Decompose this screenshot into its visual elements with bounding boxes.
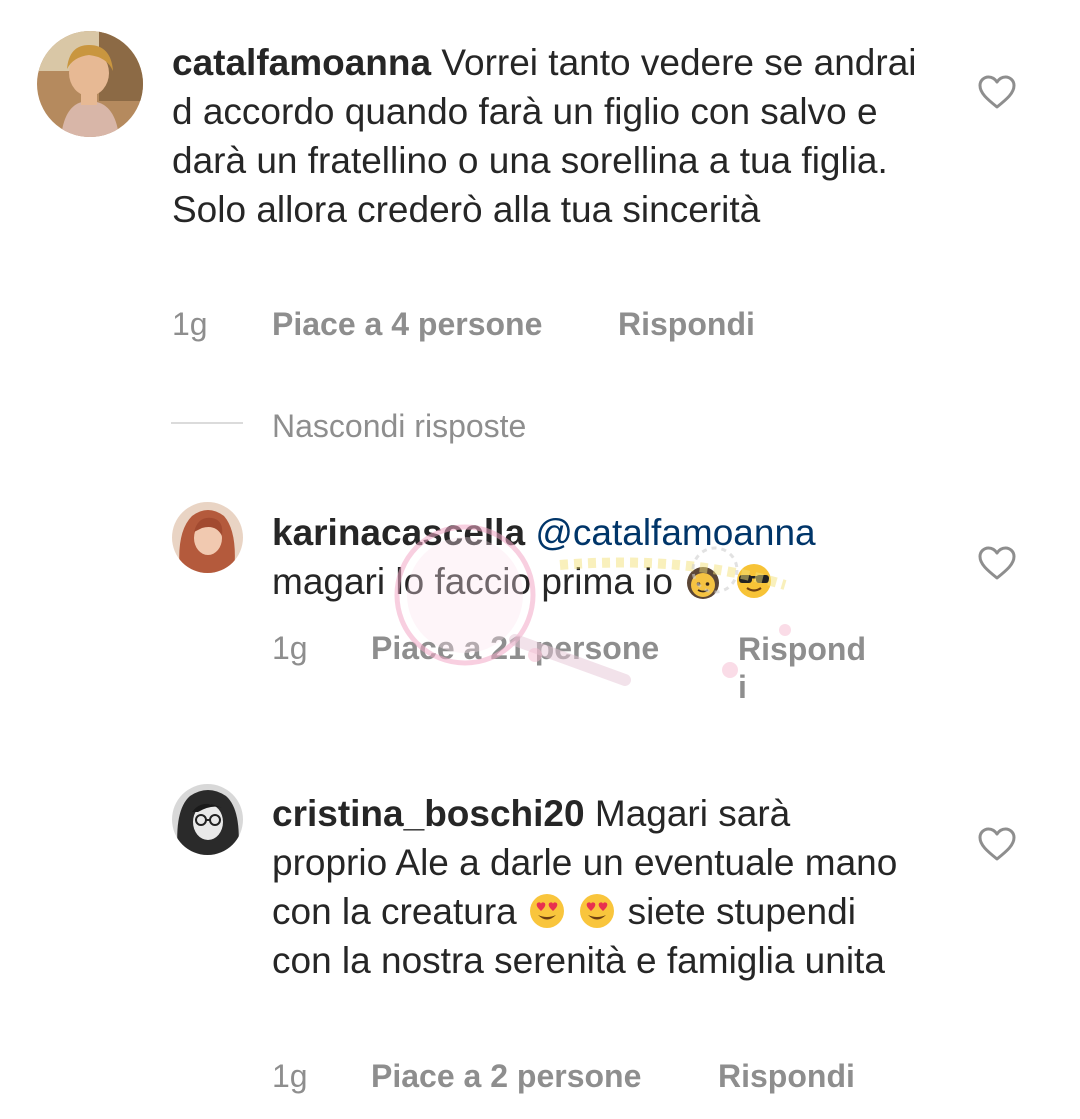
likes-count[interactable]: Piace a 2 persone [371, 1058, 641, 1095]
avatar[interactable] [37, 31, 143, 137]
reply-button[interactable]: Rispond i [738, 630, 866, 706]
comment-time: 1g [172, 306, 208, 342]
reply-username[interactable]: cristina_boschi20 [272, 793, 585, 834]
reply-body: karinacascella @catalfamoanna magari lo … [272, 508, 912, 606]
reply-button[interactable]: Rispondi [718, 1058, 855, 1095]
reply-username[interactable]: karinacascella [272, 512, 525, 553]
comment-body: catalfamoanna Vorrei tanto vedere se and… [172, 38, 932, 234]
likes-count[interactable]: Piace a 21 persone [371, 630, 659, 667]
reply-time: 1g [272, 1058, 308, 1094]
avatar[interactable] [172, 784, 243, 855]
reply-time: 1g [272, 630, 308, 666]
woman-emoji [687, 567, 720, 599]
hide-replies-button[interactable]: Nascondi risposte [272, 408, 526, 445]
likes-count[interactable]: Piace a 4 persone [272, 306, 542, 343]
heart-eyes-emoji [580, 894, 615, 928]
heart-eyes-emoji [530, 894, 565, 928]
mention-link[interactable]: @catalfamoanna [535, 512, 815, 553]
reply-text: magari lo faccio prima io [272, 561, 673, 602]
heart-outline-icon[interactable] [977, 826, 1017, 862]
reply-body: cristina_boschi20 Magari sarà proprio Al… [272, 789, 912, 985]
reply-button[interactable]: Rispondi [618, 306, 755, 343]
heart-outline-icon[interactable] [977, 74, 1017, 110]
sunglasses-emoji [736, 564, 771, 598]
comment-username[interactable]: catalfamoanna [172, 42, 431, 83]
reply-button-line1: Rispond [738, 631, 866, 667]
replies-divider [171, 422, 243, 424]
heart-outline-icon[interactable] [977, 545, 1017, 581]
avatar[interactable] [172, 502, 243, 573]
reply-button-line2: i [738, 669, 747, 705]
